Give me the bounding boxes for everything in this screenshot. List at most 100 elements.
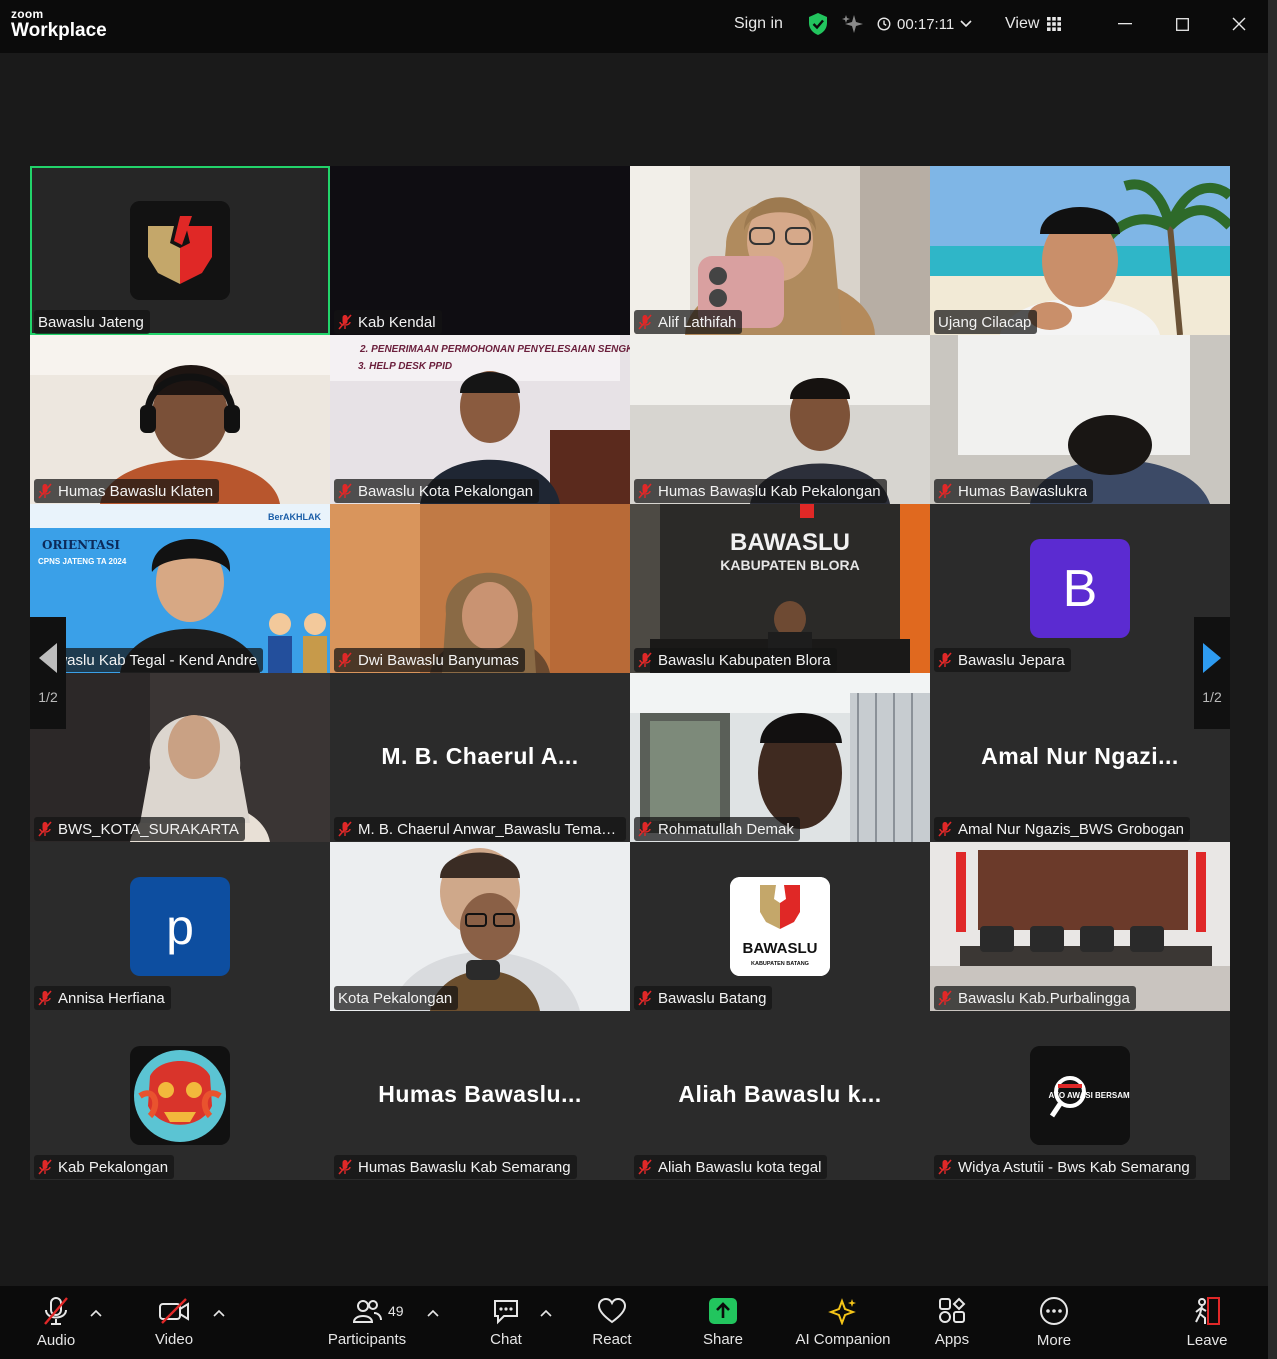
mask-art-avatar	[130, 1046, 230, 1145]
more-button[interactable]: More	[1028, 1286, 1080, 1359]
participant-tile[interactable]: Humas Bawaslu Kab Pekalongan	[630, 335, 930, 504]
participant-name-label: Bawaslu Kab Tegal - Kend Andre	[34, 648, 264, 672]
previous-page-button[interactable]: 1/2	[30, 617, 66, 729]
participant-name-label: Bawaslu Kabupaten Blora	[634, 648, 837, 672]
muted-mic-icon	[338, 483, 352, 499]
heart-icon	[597, 1297, 627, 1324]
participant-name-label: Aliah Bawaslu kota tegal	[634, 1155, 828, 1179]
participant-tile[interactable]: BAWASLU KABUPATEN BLORA Bawaslu Kabupate…	[630, 504, 930, 673]
participant-tile[interactable]: Dwi Bawaslu Banyumas	[330, 504, 630, 673]
participant-tile[interactable]: Kab Kendal	[330, 166, 630, 335]
share-label: Share	[702, 1331, 744, 1348]
participant-tile[interactable]: Humas Bawaslu... Humas Bawaslu Kab Semar…	[330, 1011, 630, 1180]
display-name-placeholder: Aliah Bawaslu k...	[678, 1081, 882, 1107]
ppid-banner-line-1: 2. PENERIMAAN PERMOHONAN PENYELESAIAN SE…	[359, 344, 630, 355]
participant-tile[interactable]: Humas Bawaslu Klaten	[30, 335, 330, 504]
muted-mic-icon	[338, 314, 352, 330]
participant-tile[interactable]: Humas Bawaslukra	[930, 335, 1230, 504]
participant-tile[interactable]: ORIENTASI CPNS JATENG TA 2024 BerAKHLAK …	[30, 504, 330, 673]
participant-tile[interactable]: Ujang Cilacap	[930, 166, 1230, 335]
clock-icon	[877, 17, 891, 31]
participant-tile[interactable]: Amal Nur Ngazi... Amal Nur Ngazis_BWS Gr…	[930, 673, 1230, 842]
participant-tile[interactable]: 2. PENERIMAAN PERMOHONAN PENYELESAIAN SE…	[330, 335, 630, 504]
view-button[interactable]: View	[1005, 0, 1062, 48]
encryption-shield-icon[interactable]	[807, 0, 829, 48]
video-button[interactable]: Video	[148, 1286, 200, 1359]
maximize-icon[interactable]	[1162, 0, 1202, 48]
participant-name-label: Ujang Cilacap	[934, 310, 1038, 334]
minimize-icon[interactable]	[1105, 0, 1145, 48]
participant-name-label: Widya Astutii - Bws Kab Semarang	[934, 1155, 1196, 1179]
participant-name-label: Bawaslu Kab.Purbalingga	[934, 986, 1136, 1010]
participant-tile[interactable]: B Bawaslu Jepara	[930, 504, 1230, 673]
participant-name-label: Dwi Bawaslu Banyumas	[334, 648, 525, 672]
apps-button[interactable]: Apps	[926, 1286, 978, 1359]
video-off-icon	[159, 1298, 189, 1324]
more-label: More	[1036, 1332, 1072, 1349]
muted-mic-icon	[44, 1297, 68, 1325]
ai-companion-label: AI Companion	[795, 1331, 891, 1348]
blora-wall-subtitle: KABUPATEN BLORA	[720, 557, 859, 573]
chat-button[interactable]: Chat	[480, 1286, 532, 1359]
muted-mic-icon	[938, 821, 952, 837]
arrow-left-icon	[39, 643, 57, 673]
chat-options-chevron-icon[interactable]	[540, 1308, 552, 1318]
ai-companion-button[interactable]: AI Companion	[792, 1286, 894, 1359]
participant-name-label: Annisa Herfiana	[34, 986, 171, 1010]
participant-tile[interactable]: Aliah Bawaslu k... Aliah Bawaslu kota te…	[630, 1011, 930, 1180]
video-options-chevron-icon[interactable]	[213, 1308, 225, 1318]
participant-tile[interactable]: Kab Pekalongan	[30, 1011, 330, 1180]
participant-tile[interactable]: AYO AWASI BERSAMA Widya Astutii - Bws Ka…	[930, 1011, 1230, 1180]
ai-sparkle-icon[interactable]	[842, 0, 864, 48]
participant-tile[interactable]: Rohmatullah Demak	[630, 673, 930, 842]
berakhlak-label: BerAKHLAK	[268, 512, 322, 522]
video-grid: Bawaslu Jateng Kab Kendal Alif Lathifah	[30, 166, 1230, 1180]
participant-tile[interactable]: p Annisa Herfiana	[30, 842, 330, 1011]
participants-count-badge: 49	[388, 1303, 404, 1319]
participants-button[interactable]: Participants	[322, 1286, 412, 1359]
close-icon[interactable]	[1219, 0, 1259, 48]
next-page-button[interactable]: 1/2	[1194, 617, 1230, 729]
participant-tile[interactable]: BWS_KOTA_SURAKARTA	[30, 673, 330, 842]
participant-tile[interactable]: Bawaslu Kab.Purbalingga	[930, 842, 1230, 1011]
orientasi-title: ORIENTASI	[42, 538, 120, 552]
participants-options-chevron-icon[interactable]	[427, 1308, 439, 1318]
ayo-awasi-logo-avatar: AYO AWASI BERSAMA	[1030, 1046, 1130, 1145]
participant-name-label: Humas Bawaslu Kab Pekalongan	[634, 479, 887, 503]
participant-tile[interactable]: Kota Pekalongan	[330, 842, 630, 1011]
share-button[interactable]: Share	[697, 1286, 749, 1359]
leave-button[interactable]: Leave	[1181, 1286, 1233, 1359]
leave-door-icon	[1195, 1297, 1220, 1325]
muted-mic-icon	[638, 483, 652, 499]
audio-options-chevron-icon[interactable]	[90, 1308, 102, 1318]
apps-icon	[939, 1297, 966, 1323]
participant-name-label: Kab Pekalongan	[34, 1155, 175, 1179]
participant-tile[interactable]: M. B. Chaerul A... M. B. Chaerul Anwar_B…	[330, 673, 630, 842]
meeting-timer[interactable]: 00:17:11	[877, 0, 972, 48]
participant-tile[interactable]: BAWASLU KABUPATEN BATANG Bawaslu Batang	[630, 842, 930, 1011]
react-button[interactable]: React	[586, 1286, 638, 1359]
muted-mic-icon	[38, 821, 52, 837]
chat-label: Chat	[490, 1331, 522, 1348]
page-indicator-left: 1/2	[38, 689, 58, 705]
muted-mic-icon	[638, 1159, 652, 1175]
blora-wall-title: BAWASLU	[730, 529, 850, 556]
apps-label: Apps	[934, 1331, 970, 1348]
share-screen-icon	[709, 1298, 737, 1324]
participant-tile[interactable]: Alif Lathifah	[630, 166, 930, 335]
muted-mic-icon	[38, 990, 52, 1006]
audio-button[interactable]: Audio	[30, 1286, 82, 1359]
ppid-banner-line-2: 3. HELP DESK PPID	[358, 361, 452, 372]
participant-tile[interactable]: Bawaslu Jateng	[30, 166, 330, 335]
muted-mic-icon	[938, 990, 952, 1006]
participant-name-label: Humas Bawaslukra	[934, 479, 1094, 503]
muted-mic-icon	[338, 821, 352, 837]
bawaslu-batang-logo-avatar: BAWASLU KABUPATEN BATANG	[730, 877, 830, 976]
chat-icon	[494, 1300, 518, 1325]
sign-in-button[interactable]: Sign in	[734, 0, 783, 48]
brand-large: Workplace	[11, 20, 107, 41]
participant-name-label: Humas Bawaslu Kab Semarang	[334, 1155, 577, 1179]
participant-name-label: Humas Bawaslu Klaten	[34, 479, 220, 503]
participant-name-label: Bawaslu Kota Pekalongan	[334, 479, 540, 503]
ayo-awasi-logo-text: AYO AWASI BERSAMA	[1049, 1091, 1130, 1100]
